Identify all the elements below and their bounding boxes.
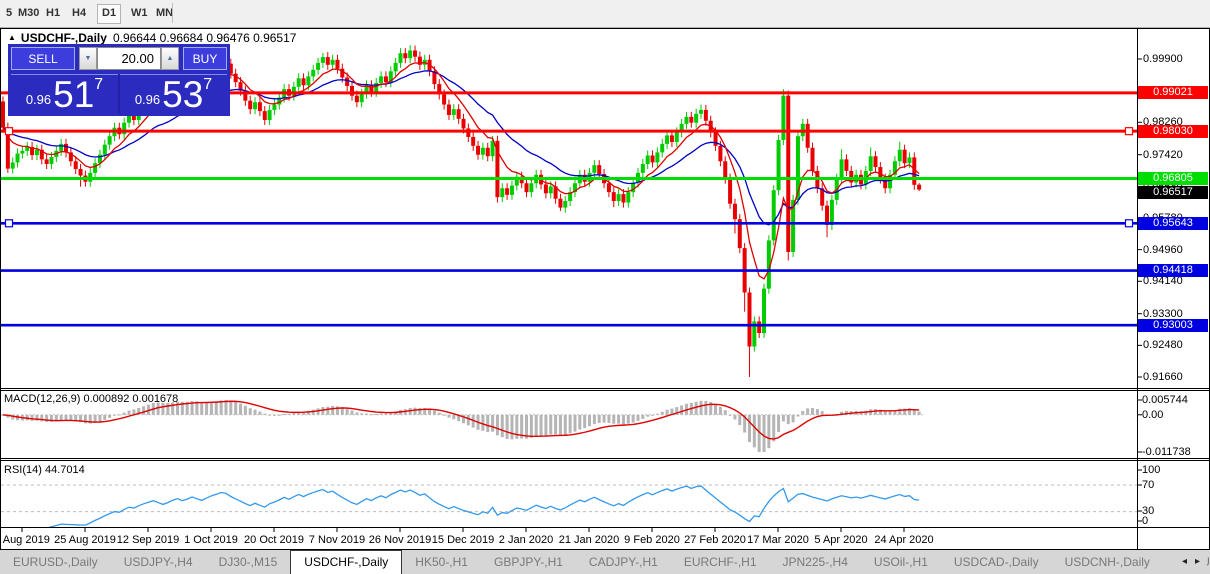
price-axis-label: 0.99900 xyxy=(1143,53,1183,65)
line-handle[interactable] xyxy=(6,220,13,227)
chart-tab-jpn225h4[interactable]: JPN225-,H4 xyxy=(770,550,861,574)
price-tag-0.96805: 0.96805 xyxy=(1138,172,1208,185)
buy-button[interactable]: BUY xyxy=(183,47,227,70)
volume-increase-button[interactable]: ▲ xyxy=(161,47,179,70)
volume-decrease-button[interactable]: ▼ xyxy=(79,47,97,70)
sell-price-big: 51 xyxy=(53,75,94,113)
timeframe-button-H4[interactable]: H4 xyxy=(68,4,90,22)
chart-tab-dj30m15[interactable]: DJ30-,M15 xyxy=(206,550,291,574)
chart-ohlc-values: 0.96644 0.96684 0.96476 0.96517 xyxy=(113,31,297,45)
macd-axis-label: -0.011738 xyxy=(1142,446,1191,458)
date-label: 2 Jan 2020 xyxy=(499,534,553,546)
date-label: 25 Aug 2019 xyxy=(54,534,116,546)
date-label: 5 Apr 2020 xyxy=(814,534,867,546)
timeframe-button-M30[interactable]: M30 xyxy=(14,4,43,22)
line-handle[interactable] xyxy=(1126,128,1133,135)
price-axis-label: 0.97420 xyxy=(1143,149,1183,161)
macd-axis-label: 0.005744 xyxy=(1142,394,1188,406)
buy-price-display[interactable]: 0.96 53 7 xyxy=(120,74,227,113)
sell-price-display[interactable]: 0.96 51 7 xyxy=(11,74,118,113)
chart-tab-cadjpyh1[interactable]: CADJPY-,H1 xyxy=(576,550,671,574)
timeframe-button-D1[interactable]: D1 xyxy=(97,4,121,24)
price-axis-label: 0.94960 xyxy=(1143,244,1183,256)
rsi-axis-label: 0 xyxy=(1142,515,1148,527)
chart-tab-usdcaddaily[interactable]: USDCAD-,Daily xyxy=(941,550,1052,574)
rsi-indicator-label: RSI(14) 44.7014 xyxy=(4,464,85,476)
date-label: 17 Mar 2020 xyxy=(747,534,809,546)
macd-signal-line xyxy=(3,401,919,439)
tab-scroll-left-button[interactable]: ◂ xyxy=(1178,556,1191,567)
price-axis-label: 0.91660 xyxy=(1143,371,1183,383)
chart-symbol-label: USDCHF-,Daily xyxy=(21,31,107,45)
date-label: 15 Dec 2019 xyxy=(432,534,494,546)
chart-tab-usoilh1[interactable]: USOil-,H1 xyxy=(861,550,941,574)
rsi-axis-label: 100 xyxy=(1142,464,1160,476)
chart-tab-eurchfh1[interactable]: EURCHF-,H1 xyxy=(671,550,770,574)
date-label: 26 Nov 2019 xyxy=(369,534,431,546)
timeframe-button-W1[interactable]: W1 xyxy=(127,4,152,22)
collapse-arrow-icon[interactable]: ▲ xyxy=(8,33,16,42)
date-label: 21 Jan 2020 xyxy=(559,534,620,546)
chart-tab-hk50h1[interactable]: HK50-,H1 xyxy=(402,550,481,574)
sell-price-pip: 7 xyxy=(94,76,103,113)
chart-title: ▲ USDCHF-,Daily 0.96644 0.96684 0.96476 0.… xyxy=(8,31,296,45)
date-label: 1 Oct 2019 xyxy=(184,534,238,546)
sell-price-prefix: 0.96 xyxy=(26,92,51,107)
price-axis-label: 0.94140 xyxy=(1143,275,1183,287)
buy-price-big: 53 xyxy=(162,75,203,113)
date-label: 27 Feb 2020 xyxy=(684,534,746,546)
date-label: 9 Feb 2020 xyxy=(624,534,680,546)
line-handle[interactable] xyxy=(1126,220,1133,227)
price-axis-label: 0.92480 xyxy=(1143,339,1183,351)
price-tag-0.99021: 0.99021 xyxy=(1138,86,1208,99)
one-click-trading-panel: SELL ▼ ▲ BUY 0.96 51 7 0.96 53 7 xyxy=(8,44,230,116)
line-handle[interactable] xyxy=(6,128,13,135)
timeframe-toolbar: 5M30H1H4D1W1MN xyxy=(0,0,1210,28)
volume-input[interactable] xyxy=(97,47,161,70)
tab-scroll-right-button[interactable]: ▸ xyxy=(1191,556,1204,567)
price-tag-0.98030: 0.98030 xyxy=(1138,125,1208,138)
chart-tab-bar: EURUSD-,DailyUSDJPY-,H4DJ30-,M15USDCHF-,… xyxy=(0,550,1210,574)
chart-tab-eurusddaily[interactable]: EURUSD-,Daily xyxy=(0,550,111,574)
mt4-chart-window: 5M30H1H4D1W1MN ▲USDCHF-,Daily0.96644 0.9… xyxy=(0,0,1210,574)
date-label: 7 Nov 2019 xyxy=(309,534,365,546)
timeframe-button-MN[interactable]: MN xyxy=(152,4,177,22)
timeframe-button-H1[interactable]: H1 xyxy=(42,4,64,22)
date-label: 6 Aug 2019 xyxy=(0,534,50,546)
sell-button[interactable]: SELL xyxy=(11,47,75,70)
rsi-line xyxy=(8,486,919,532)
macd-axis-label: 0.00 xyxy=(1142,409,1163,421)
macd-indicator-label: MACD(12,26,9) 0.000892 0.001678 xyxy=(4,393,178,405)
chart-tab-gbpjpyh1[interactable]: GBPJPY-,H1 xyxy=(481,550,576,574)
price-tag-0.93003: 0.93003 xyxy=(1138,319,1208,332)
price-tag-0.95643: 0.95643 xyxy=(1138,217,1208,230)
chart-tab-usdcnhdaily[interactable]: USDCNH-,Daily xyxy=(1052,550,1163,574)
chart-tab-usdchfdaily[interactable]: USDCHF-,Daily xyxy=(290,550,402,574)
rsi-axis-label: 70 xyxy=(1142,479,1154,491)
date-label: 24 Apr 2020 xyxy=(874,534,933,546)
toolbar-separator xyxy=(172,3,173,23)
price-tag-0.94418: 0.94418 xyxy=(1138,264,1208,277)
macd-histogram xyxy=(2,400,921,452)
chart-tab-usdjpyh4[interactable]: USDJPY-,H4 xyxy=(111,550,206,574)
date-label: 20 Oct 2019 xyxy=(244,534,304,546)
date-label: 12 Sep 2019 xyxy=(117,534,179,546)
buy-price-prefix: 0.96 xyxy=(135,92,160,107)
horizontal-level-lines[interactable] xyxy=(1,93,1137,325)
buy-price-pip: 7 xyxy=(203,76,212,113)
bid-price-tag: 0.96517 xyxy=(1138,186,1208,199)
tab-scroll-arrows: ◂▸ xyxy=(1175,550,1207,574)
